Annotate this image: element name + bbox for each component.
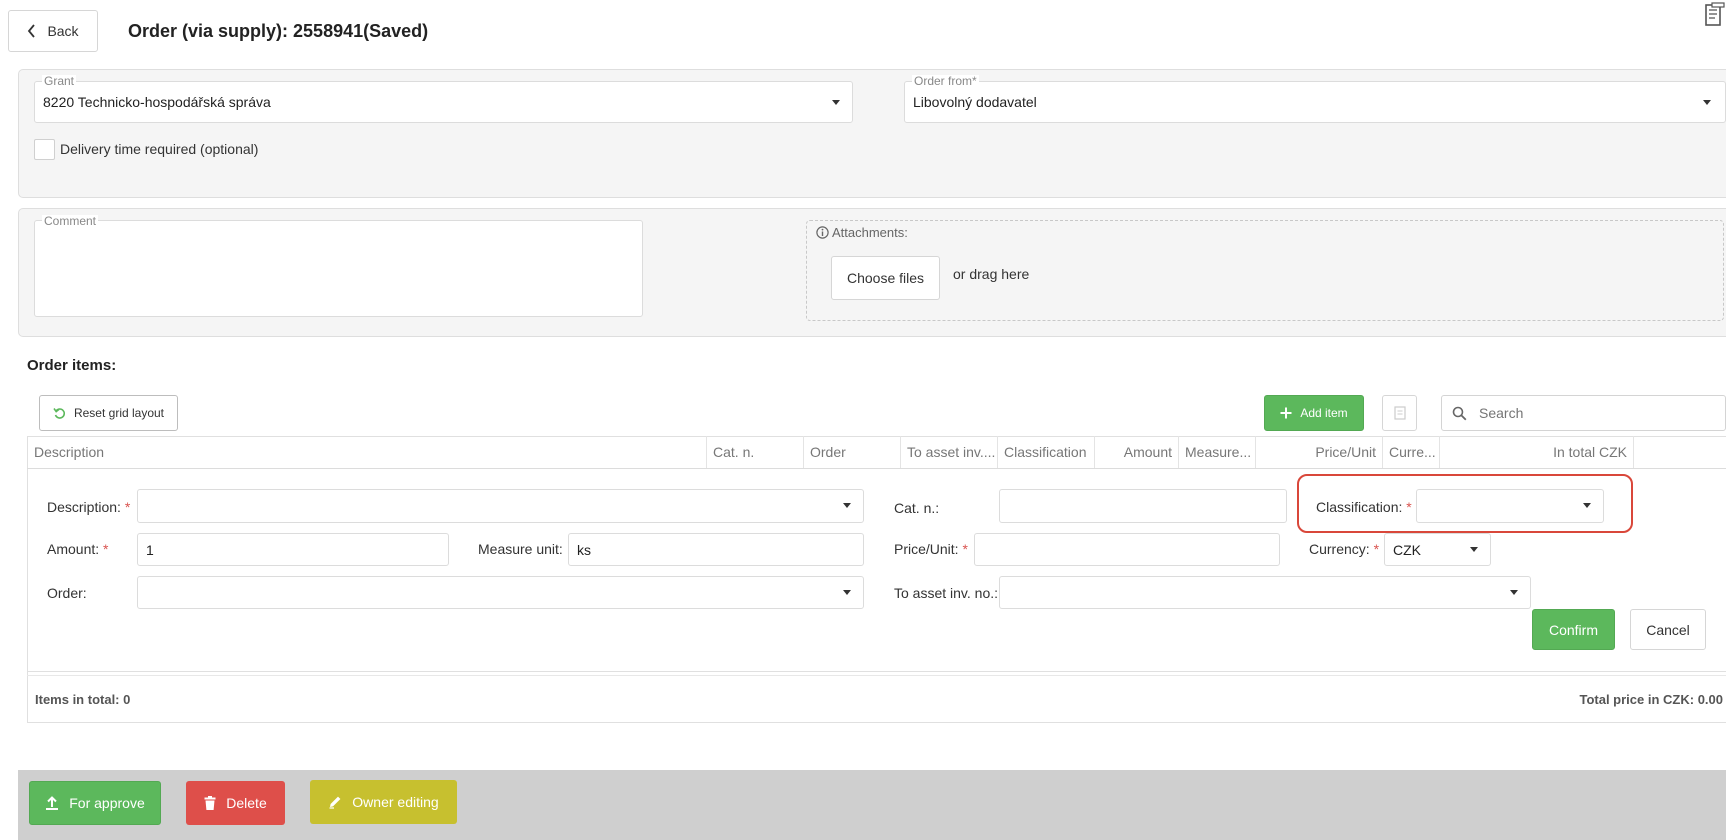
column-header-asset[interactable]: To asset inv.... xyxy=(901,436,998,468)
choose-files-button[interactable]: Choose files xyxy=(831,256,940,300)
amount-label: Amount: * xyxy=(47,541,109,557)
for-approve-button[interactable]: For approve xyxy=(29,781,161,825)
attachments-legend: Attachments: xyxy=(832,225,908,240)
order-from-select[interactable]: Libovolný dodavatel xyxy=(904,81,1726,123)
order-select[interactable] xyxy=(137,576,864,609)
delete-label: Delete xyxy=(226,795,267,811)
info-icon xyxy=(816,226,829,239)
grid-footer-border xyxy=(27,671,1726,672)
delete-button[interactable]: Delete xyxy=(186,781,285,825)
comment-textarea[interactable] xyxy=(34,220,643,317)
order-label: Order: xyxy=(47,585,87,601)
delivery-time-checkbox[interactable] xyxy=(34,139,55,160)
add-item-label: Add item xyxy=(1300,406,1348,420)
grant-caret-icon xyxy=(832,100,840,105)
column-header-classification[interactable]: Classification xyxy=(998,436,1095,468)
pencil-icon xyxy=(329,796,341,809)
total-price: Total price in CZK: 0.00 xyxy=(1579,692,1723,707)
measure-unit-label: Measure unit: xyxy=(478,541,563,557)
measure-unit-value: ks xyxy=(577,541,591,558)
reset-icon xyxy=(53,407,65,419)
search-input[interactable] xyxy=(1477,404,1697,422)
classification-caret-icon xyxy=(1583,503,1591,508)
measure-unit-input[interactable]: ks xyxy=(568,533,864,566)
description-select[interactable] xyxy=(137,489,864,523)
trash-icon xyxy=(204,796,216,810)
search-box[interactable] xyxy=(1441,395,1726,431)
column-header-cat-n[interactable]: Cat. n. xyxy=(707,436,804,468)
grid-footer-border-2 xyxy=(27,675,1726,676)
attachments-dropzone[interactable] xyxy=(806,220,1724,321)
order-from-value: Libovolný dodavatel xyxy=(913,94,1037,110)
order-from-caret-icon xyxy=(1703,100,1711,105)
export-button[interactable] xyxy=(1382,395,1417,431)
column-header-currency[interactable]: Curre... xyxy=(1383,436,1440,468)
cat-n-label: Cat. n.: xyxy=(894,500,940,516)
back-button[interactable]: Back xyxy=(8,10,98,52)
confirm-button[interactable]: Confirm xyxy=(1532,609,1615,650)
grant-select[interactable]: 8220 Technicko-hospodářská správa xyxy=(34,81,853,123)
description-caret-icon xyxy=(843,503,851,508)
order-from-legend: Order from* xyxy=(912,74,979,88)
amount-value: 1 xyxy=(146,541,154,558)
asset-inv-label: To asset inv. no.: xyxy=(894,585,999,601)
manual-icon[interactable] xyxy=(1704,2,1726,30)
grant-value: 8220 Technicko-hospodářská správa xyxy=(43,94,271,110)
comment-legend: Comment xyxy=(42,214,99,228)
price-unit-input[interactable] xyxy=(974,533,1280,566)
back-label: Back xyxy=(47,23,79,39)
grant-legend: Grant xyxy=(42,74,77,88)
currency-caret-icon xyxy=(1470,547,1478,552)
column-header-order[interactable]: Order xyxy=(804,436,901,468)
reset-grid-layout-button[interactable]: Reset grid layout xyxy=(39,395,178,431)
cat-n-input[interactable] xyxy=(999,489,1287,523)
export-icon xyxy=(1393,406,1406,420)
column-header-amount[interactable]: Amount xyxy=(1095,436,1179,468)
chevron-left-icon xyxy=(28,24,36,38)
asset-inv-select[interactable] xyxy=(999,576,1531,609)
amount-input[interactable]: 1 xyxy=(137,533,449,566)
column-header-price[interactable]: Price/Unit xyxy=(1256,436,1383,468)
add-item-button[interactable]: Add item xyxy=(1264,395,1364,431)
attachments-legend-wrap: Attachments: xyxy=(814,225,910,240)
search-icon xyxy=(1452,406,1467,420)
plus-icon xyxy=(1280,407,1292,419)
drag-here-label: or drag here xyxy=(953,266,1030,282)
cancel-button[interactable]: Cancel xyxy=(1630,609,1706,650)
price-unit-label: Price/Unit: * xyxy=(894,541,968,557)
currency-label: Currency: * xyxy=(1309,541,1380,557)
asset-inv-caret-icon xyxy=(1510,590,1518,595)
reset-grid-label: Reset grid layout xyxy=(73,406,165,420)
owner-editing-button[interactable]: Owner editing xyxy=(310,780,457,824)
classification-label: Classification: * xyxy=(1316,499,1412,515)
column-header-total[interactable]: In total CZK xyxy=(1440,436,1634,468)
grid-header-border xyxy=(27,468,1726,469)
upload-icon xyxy=(46,796,59,810)
column-header-measure[interactable]: Measure... xyxy=(1179,436,1256,468)
description-label: Description: * xyxy=(47,499,131,515)
items-total: Items in total: 0 xyxy=(35,692,131,707)
currency-value: CZK xyxy=(1393,541,1421,558)
order-caret-icon xyxy=(843,590,851,595)
delivery-time-label: Delivery time required (optional) xyxy=(60,141,259,157)
column-header-description[interactable]: Description xyxy=(28,436,707,468)
page-title: Order (via supply): 2558941(Saved) xyxy=(128,21,429,41)
classification-select[interactable] xyxy=(1416,489,1604,523)
owner-editing-label: Owner editing xyxy=(352,794,439,810)
for-approve-label: For approve xyxy=(69,795,145,811)
order-items-heading: Order items: xyxy=(27,357,117,374)
